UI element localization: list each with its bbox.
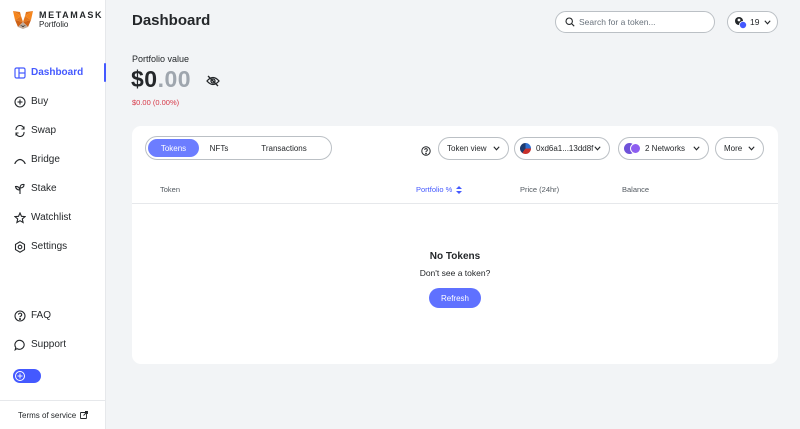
sidebar-item-label: Bridge: [31, 154, 60, 165]
token-table-header: Token Portfolio % Price (24hr) Balance: [132, 178, 778, 204]
sidebar-item-label: Buy: [31, 96, 49, 107]
sidebar-item-label: FAQ: [31, 310, 52, 321]
accounts-icon: [735, 16, 747, 29]
sidebar-nav: Dashboard Buy Swap Bridge Stake Watchlis…: [0, 58, 106, 261]
hide-balance-button[interactable]: [206, 74, 220, 92]
sidebar-item-settings[interactable]: Settings: [0, 232, 106, 261]
sidebar-item-faq[interactable]: FAQ: [0, 301, 106, 330]
column-token: Token: [160, 185, 181, 194]
sidebar-item-dashboard[interactable]: Dashboard: [0, 58, 106, 87]
external-link-icon: [80, 411, 89, 419]
search-icon: [565, 17, 575, 27]
column-price: Price (24hr): [520, 185, 560, 194]
star-icon: [14, 211, 26, 224]
portfolio-value-cents: .00: [157, 66, 192, 92]
page-title: Dashboard: [132, 12, 211, 29]
empty-state-title: No Tokens: [429, 251, 481, 262]
search-box[interactable]: [555, 11, 715, 33]
question-circle-icon: [14, 309, 26, 322]
sidebar-item-swap[interactable]: Swap: [0, 116, 106, 145]
chat-bubble-icon: [14, 339, 26, 351]
column-balance: Balance: [622, 185, 650, 194]
account-avatar: [520, 143, 531, 154]
bridge-icon: [14, 154, 26, 166]
networks-dropdown[interactable]: 2 Networks: [618, 137, 709, 160]
sidebar: METAMASK Portfolio Dashboard Buy Swap Br…: [0, 0, 106, 429]
tab-transactions[interactable]: Transactions: [239, 139, 329, 157]
more-label: More: [724, 144, 743, 153]
sidebar-item-label: Settings: [31, 241, 68, 252]
sidebar-item-support[interactable]: Support: [0, 330, 106, 359]
content-tabs: Tokens NFTs Transactions: [145, 136, 332, 160]
sun-icon: [15, 371, 25, 381]
chevron-down-icon: [748, 146, 755, 151]
address-dropdown[interactable]: 0xd6a1...13dd8f: [514, 137, 610, 160]
sidebar-item-label: Support: [31, 339, 67, 350]
refresh-button[interactable]: Refresh: [429, 288, 481, 308]
empty-state-subtitle: Don't see a token?: [419, 268, 491, 278]
brand-title: METAMASK: [39, 10, 104, 20]
token-view-dropdown[interactable]: Token view: [438, 137, 509, 160]
terms-of-service-link[interactable]: Terms of service: [0, 400, 106, 429]
swap-icon: [14, 124, 26, 137]
brand-subtitle: Portfolio: [39, 20, 69, 29]
token-view-label: Token view: [447, 144, 487, 153]
sidebar-item-label: Swap: [31, 125, 57, 136]
column-portfolio: Portfolio %: [416, 185, 453, 194]
gear-icon: [14, 240, 26, 253]
portfolio-value: $0.00: [131, 66, 191, 93]
metamask-logo[interactable]: METAMASK Portfolio: [12, 10, 103, 30]
address-label: 0xd6a1...13dd8f: [536, 144, 594, 153]
theme-toggle[interactable]: [13, 369, 41, 383]
chevron-down-icon: [493, 146, 500, 151]
sidebar-item-label: Stake: [31, 183, 57, 194]
sidebar-item-bridge[interactable]: Bridge: [0, 145, 106, 174]
search-input[interactable]: [579, 17, 709, 27]
tab-nfts[interactable]: NFTs: [199, 139, 239, 157]
sidebar-item-label: Watchlist: [31, 212, 72, 223]
terms-label: Terms of service: [18, 410, 77, 420]
sprout-icon: [14, 183, 26, 195]
sidebar-bottom-nav: FAQ Support: [0, 301, 106, 359]
metamask-fox-icon: [13, 11, 33, 29]
plus-circle-icon: [14, 95, 26, 108]
sidebar-item-label: Dashboard: [31, 67, 84, 78]
help-button[interactable]: [421, 143, 431, 161]
eye-slash-icon: [206, 75, 220, 87]
tab-tokens[interactable]: Tokens: [148, 139, 199, 157]
sort-icon: [456, 185, 463, 194]
chevron-down-icon: [594, 146, 601, 151]
sidebar-item-buy[interactable]: Buy: [0, 87, 106, 116]
sidebar-item-stake[interactable]: Stake: [0, 174, 106, 203]
tokens-card: Tokens NFTs Transactions Token view 0xd6…: [132, 126, 778, 364]
portfolio-change: $0.00 (0.00%): [132, 98, 180, 107]
chevron-down-icon: [764, 19, 772, 25]
column-portfolio-sort[interactable]: Portfolio %: [416, 185, 463, 194]
network-icons: [624, 143, 641, 154]
dashboard-icon: [14, 66, 26, 79]
networks-label: 2 Networks: [645, 144, 686, 153]
chevron-down-icon: [693, 146, 700, 151]
account-button[interactable]: 19: [727, 11, 778, 33]
account-count: 19: [750, 17, 760, 27]
portfolio-value-dollars: $0: [131, 66, 158, 92]
portfolio-value-label: Portfolio value: [132, 54, 190, 64]
question-circle-icon: [421, 146, 431, 156]
more-dropdown[interactable]: More: [715, 137, 764, 160]
sidebar-item-watchlist[interactable]: Watchlist: [0, 203, 106, 232]
